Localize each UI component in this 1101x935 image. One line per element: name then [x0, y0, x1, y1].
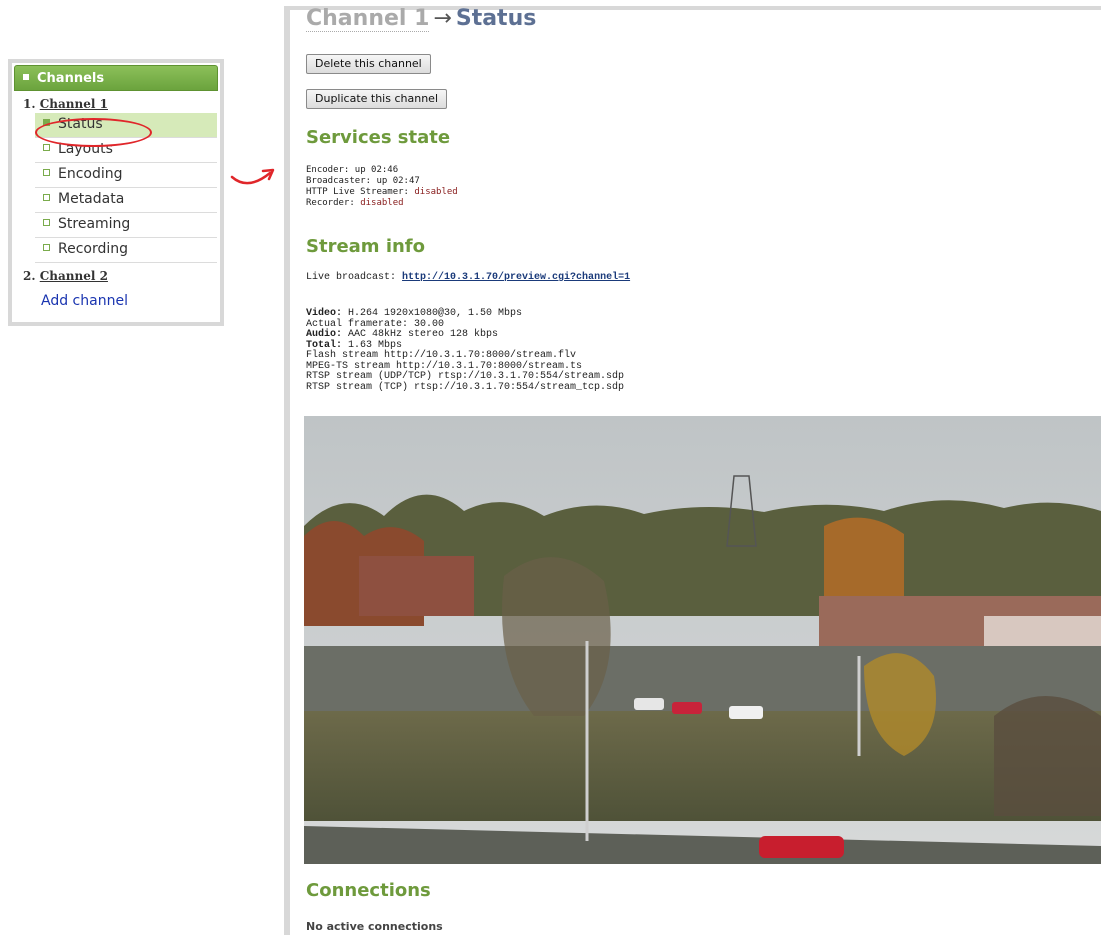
landscape-preview-graphic [304, 416, 1101, 864]
bullet-icon [43, 144, 50, 151]
bullet-icon [43, 119, 50, 126]
title-page: Status [455, 6, 537, 31]
live-broadcast-link[interactable]: http://10.3.1.70/preview.cgi?channel=1 [402, 272, 630, 283]
sidebar-item-label: Streaming [58, 216, 131, 232]
connections-heading: Connections [306, 880, 431, 901]
channel-2-number: 2. [23, 269, 36, 283]
sidebar-item-layouts[interactable]: Layouts [35, 138, 217, 163]
framerate-line: Actual framerate: 30.00 [306, 318, 445, 330]
channels-header-label: Channels [37, 71, 105, 86]
sidebar-item-recording[interactable]: Recording [35, 238, 217, 263]
rtsp-tcp-stream-line: RTSP stream (TCP) rtsp://10.3.1.70:554/s… [306, 381, 625, 393]
sidebar-item-label: Recording [58, 241, 129, 257]
total-value: 1.63 Mbps [348, 339, 403, 351]
channel-1-number: 1. [23, 97, 36, 111]
title-arrow: → [433, 6, 452, 31]
live-broadcast-label: Live broadcast: [306, 272, 397, 283]
channels-sidebar: Channels 1. Channel 1 Status Layouts Enc… [8, 59, 224, 326]
encoder-label: Encoder: [306, 165, 350, 175]
sidebar-item-streaming[interactable]: Streaming [35, 213, 217, 238]
encoder-value: up 02:46 [354, 165, 399, 175]
flash-stream-line: Flash stream http://10.3.1.70:8000/strea… [306, 350, 577, 361]
duplicate-channel-button[interactable]: Duplicate this channel [306, 89, 447, 109]
channel-2-entry: 2. Channel 2 [12, 263, 220, 285]
video-label: Video: [306, 308, 343, 319]
sidebar-item-encoding[interactable]: Encoding [35, 163, 217, 188]
channel-1-entry: 1. Channel 1 [12, 91, 220, 113]
stream-info-heading: Stream info [306, 236, 426, 257]
title-channel-link[interactable]: Channel 1 [306, 6, 430, 32]
channel-1-link[interactable]: Channel 1 [40, 97, 108, 111]
sidebar-item-label: Status [58, 116, 103, 132]
mpegts-stream-line: MPEG-TS stream http://10.3.1.70:8000/str… [306, 360, 583, 372]
audio-label: Audio: [306, 329, 343, 340]
bullet-icon [43, 219, 50, 226]
sidebar-item-label: Encoding [58, 166, 123, 182]
hls-label: HTTP Live Streamer: [306, 187, 409, 197]
recorder-label: Recorder: [306, 198, 355, 208]
delete-channel-button[interactable]: Delete this channel [306, 54, 431, 74]
broadcaster-label: Broadcaster: [306, 176, 372, 186]
sidebar-item-label: Metadata [58, 191, 125, 207]
audio-value: AAC 48kHz stereo 128 kbps [348, 329, 499, 340]
sidebar-item-metadata[interactable]: Metadata [35, 188, 217, 213]
sidebar-item-label: Layouts [58, 141, 113, 157]
services-state-block: Encoder: up 02:46 Broadcaster: up 02:47 … [306, 165, 458, 209]
broadcaster-value: up 02:47 [376, 176, 420, 186]
square-bullet-icon [23, 74, 29, 80]
video-value: H.264 1920x1080@30, 1.50 Mbps [348, 308, 523, 319]
channel-2-link[interactable]: Channel 2 [40, 269, 108, 283]
services-state-heading: Services state [306, 127, 451, 148]
page-title: Channel 1 → Status [306, 6, 537, 32]
add-channel-link[interactable]: Add channel [12, 285, 220, 309]
live-broadcast-line: Live broadcast: http://10.3.1.70/preview… [306, 272, 630, 284]
bullet-icon [43, 169, 50, 176]
bullet-icon [43, 244, 50, 251]
recorder-value: disabled [360, 198, 404, 208]
curved-arrow-icon [230, 168, 275, 185]
stream-details-block: Video: H.264 1920x1080@30, 1.50 Mbps Act… [306, 308, 625, 393]
hls-value: disabled [414, 187, 458, 197]
connections-status: No active connections [306, 920, 443, 933]
channels-header: Channels [14, 65, 218, 91]
sidebar-item-status[interactable]: Status [35, 113, 217, 138]
channel-preview-image [304, 416, 1101, 864]
rtsp-udp-stream-line: RTSP stream (UDP/TCP) rtsp://10.3.1.70:5… [306, 371, 625, 382]
total-label: Total: [306, 339, 343, 351]
bullet-icon [43, 194, 50, 201]
